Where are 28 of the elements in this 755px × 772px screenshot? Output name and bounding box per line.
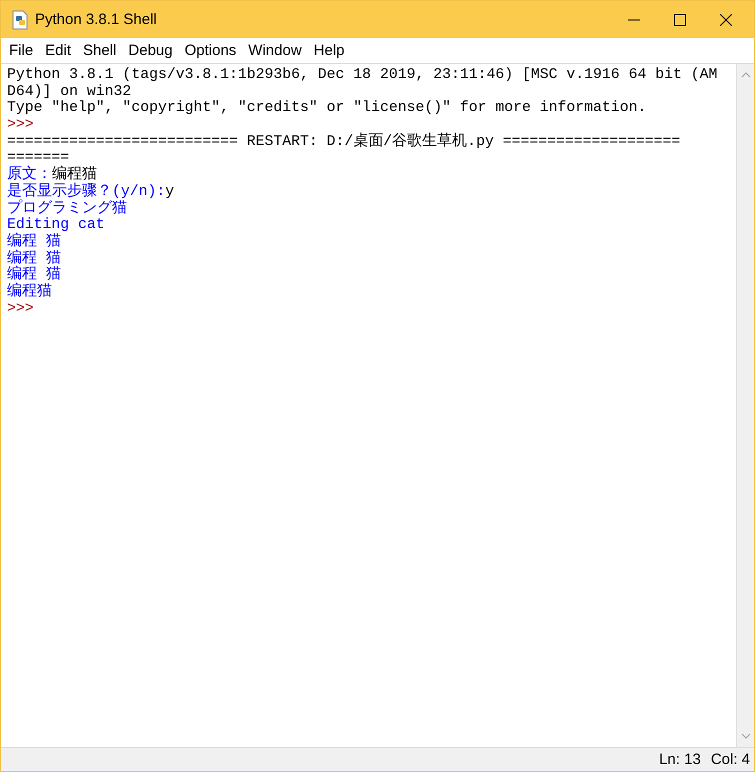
- menu-item[interactable]: Shell: [77, 42, 122, 59]
- column-number: Col: 4: [710, 751, 750, 768]
- console-line: ========================== RESTART: D:/桌面/谷歌生草机.py ====================: [7, 134, 682, 150]
- console-line: D64)] on win32: [7, 84, 132, 100]
- console-line: =======: [7, 150, 70, 166]
- console-line: Editing cat: [7, 217, 106, 234]
- menu-item[interactable]: Debug: [122, 42, 179, 59]
- console-line: 是否显示步骤？(y/n):y: [7, 184, 176, 200]
- console-line: 编程 猫: [7, 250, 62, 267]
- console-line: Python 3.8.1 (tags/v3.8.1:1b293b6, Dec 18 2019, 23:11:46) [MSC v.1916 64 bit (AM: [7, 67, 718, 84]
- menu-item[interactable]: Help: [308, 42, 351, 59]
- console-line: 编程 猫: [7, 267, 62, 284]
- close-icon[interactable]: [720, 14, 732, 26]
- console-line: 原文：编程猫: [7, 167, 98, 184]
- console-line: プログラミング猫: [7, 200, 128, 217]
- menu-item[interactable]: Window: [242, 42, 308, 59]
- python-file-icon: [11, 10, 29, 30]
- console-line: 编程 猫: [7, 234, 62, 250]
- console-line: 编程猫: [7, 284, 53, 301]
- menu-item[interactable]: Options: [178, 42, 242, 59]
- maximize-icon[interactable]: [674, 14, 686, 26]
- menu-item[interactable]: Edit: [39, 42, 78, 59]
- console-line: >>>: [7, 117, 35, 134]
- console-line: Type "help", "copyright", "credits" or "license()" for more information.: [7, 100, 648, 118]
- menu-item[interactable]: File: [3, 42, 40, 59]
- window-title: Python 3.8.1 Shell: [35, 11, 158, 28]
- console-line: >>>: [7, 300, 35, 318]
- line-number: Ln: 13: [659, 751, 701, 768]
